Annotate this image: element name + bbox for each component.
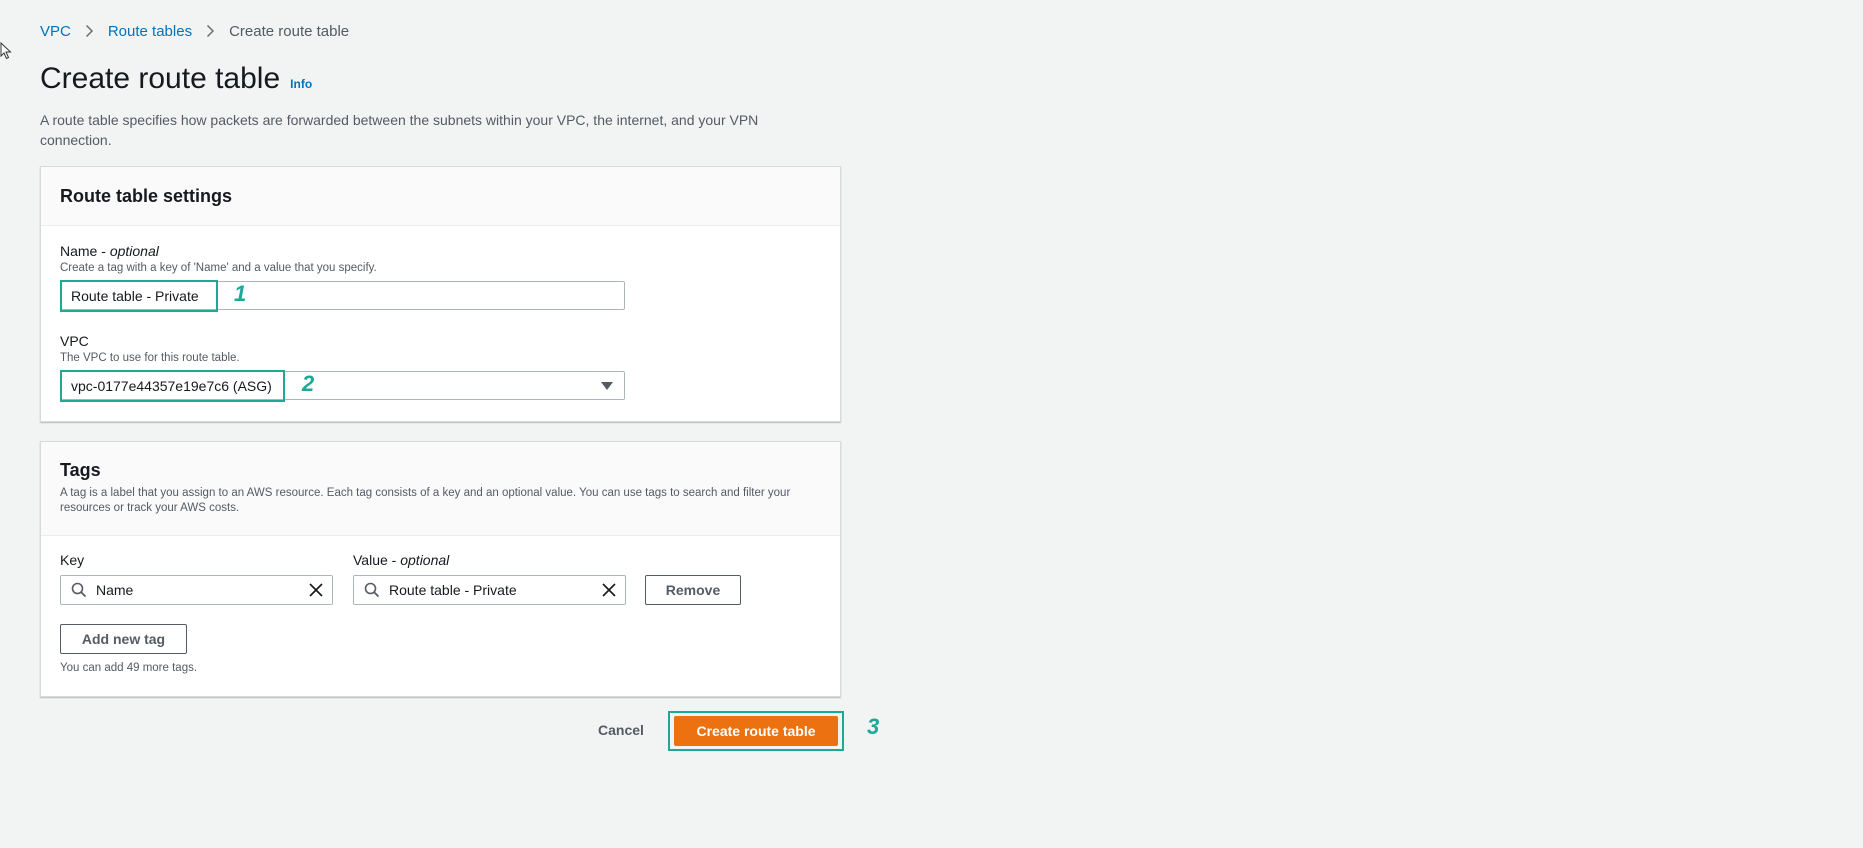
- clear-x-icon[interactable]: [602, 583, 616, 597]
- chevron-right-icon: [206, 24, 215, 38]
- search-icon: [71, 582, 87, 598]
- tags-description: A tag is a label that you assign to an A…: [60, 487, 791, 514]
- chevron-right-icon: [85, 24, 94, 38]
- name-field-label: Name - optional: [60, 243, 159, 259]
- route-table-settings-panel: Route table settings Name - optional Cre…: [40, 166, 841, 422]
- create-route-table-button[interactable]: Create route table: [674, 716, 838, 746]
- annotation-number-1: 1: [234, 281, 247, 306]
- search-icon: [364, 582, 380, 598]
- breadcrumb: VPC Route tables Create route table: [40, 21, 349, 41]
- page-description: A route table specifies how packets are …: [40, 112, 759, 148]
- tag-key-value: Name: [96, 582, 134, 598]
- tag-key-label: Key: [60, 552, 85, 568]
- caret-down-icon: [601, 382, 613, 390]
- breadcrumb-current: Create route table: [229, 22, 350, 40]
- annotation-number-3: 3: [867, 714, 880, 739]
- tag-value-label: Value - optional: [353, 552, 450, 568]
- cancel-button[interactable]: Cancel: [598, 722, 644, 738]
- tags-panel: Tags A tag is a label that you assign to…: [40, 441, 841, 697]
- tag-value-label-text: Value: [353, 552, 388, 568]
- annotation-box-1: [60, 280, 218, 312]
- tag-value-input[interactable]: Route table - Private: [353, 575, 626, 605]
- vpc-field-label: VPC: [60, 333, 89, 349]
- page-title-row: Create route table Info: [40, 61, 312, 102]
- name-field-hint: Create a tag with a key of 'Name' and a …: [60, 262, 377, 274]
- clear-x-icon[interactable]: [309, 583, 323, 597]
- breadcrumb-route-tables-link[interactable]: Route tables: [108, 23, 192, 40]
- tag-limit-hint: You can add 49 more tags.: [60, 662, 198, 674]
- tag-value-value: Route table - Private: [389, 582, 517, 598]
- tag-key-input[interactable]: Name: [60, 575, 333, 605]
- tag-value-optional-text: optional: [400, 552, 450, 568]
- remove-tag-button[interactable]: Remove: [645, 575, 741, 605]
- add-new-tag-button[interactable]: Add new tag: [60, 624, 187, 654]
- annotation-box-2: [60, 370, 285, 402]
- tags-heading: Tags: [60, 460, 101, 480]
- breadcrumb-vpc-link[interactable]: VPC: [40, 23, 71, 40]
- info-link[interactable]: Info: [290, 66, 312, 102]
- name-optional-text: optional: [109, 243, 159, 259]
- mouse-cursor-icon: [0, 42, 12, 60]
- vpc-field-hint: The VPC to use for this route table.: [60, 352, 240, 364]
- settings-heading: Route table settings: [60, 186, 233, 206]
- tags-panel-header: Tags A tag is a label that you assign to…: [41, 442, 840, 536]
- annotation-number-2: 2: [302, 371, 315, 396]
- name-label-text: Name: [60, 243, 98, 259]
- page-title: Create route table: [40, 62, 281, 95]
- settings-panel-header: Route table settings: [41, 167, 840, 226]
